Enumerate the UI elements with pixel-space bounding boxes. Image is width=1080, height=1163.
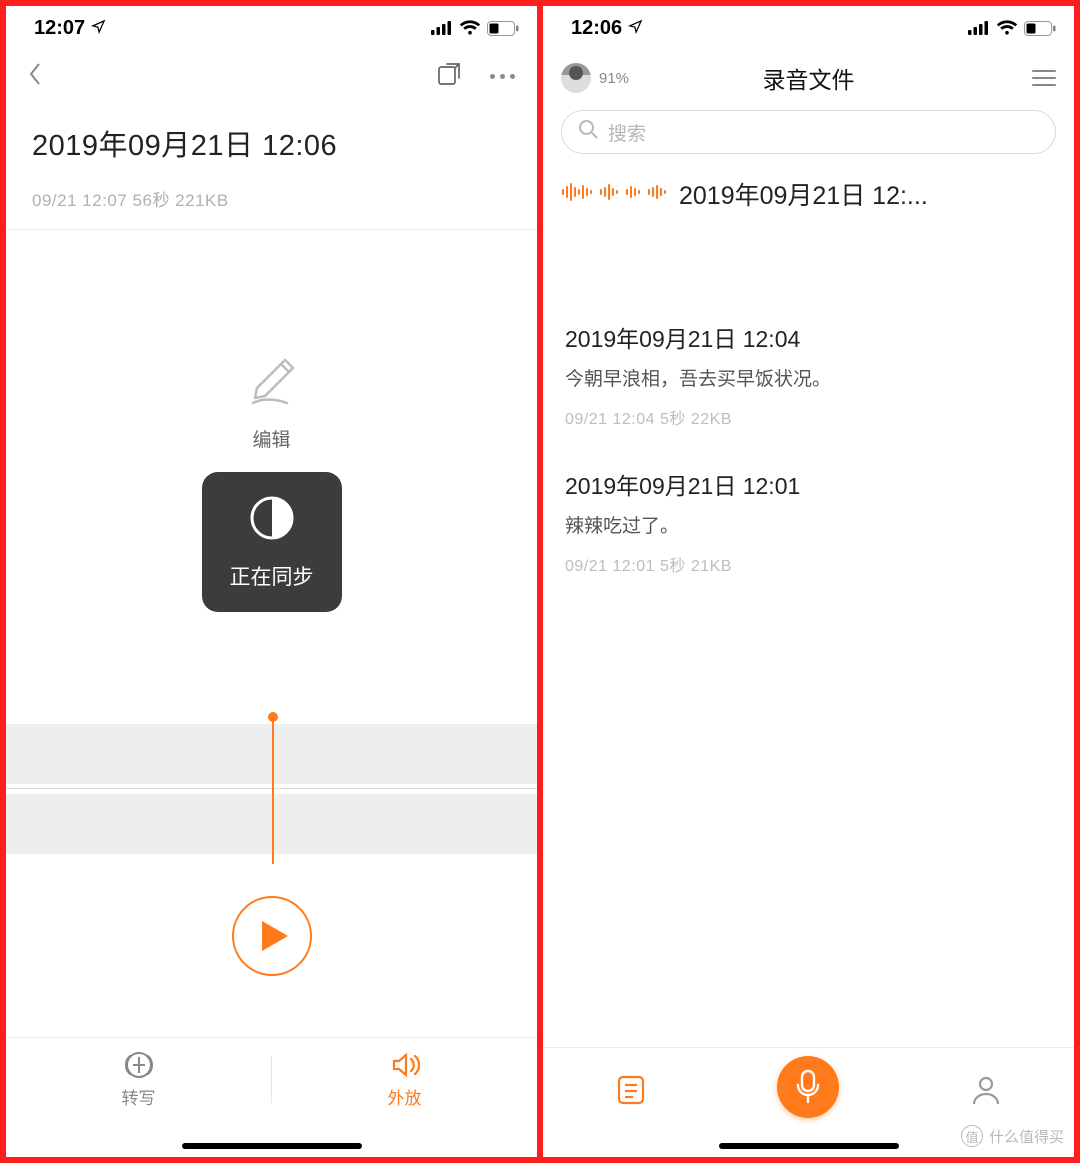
edit-block[interactable]: 编辑 [6, 340, 537, 452]
signal-icon [968, 21, 990, 35]
recording-title: 2019年09月21日 12:06 [32, 122, 511, 164]
menu-button[interactable] [1032, 70, 1056, 86]
battery-icon [1024, 21, 1056, 36]
more-button[interactable] [490, 74, 515, 79]
recording-header: 2019年09月21日 12:06 09/21 12:07 56秒 221KB [6, 102, 537, 230]
search-placeholder: 搜索 [608, 119, 646, 146]
list-item[interactable]: 2019年09月21日 12:01 辣辣吃过了。 09/21 12:01 5秒 … [543, 447, 1074, 594]
list-item-title: 2019年09月21日 12:04 [565, 320, 1052, 354]
home-indicator[interactable] [182, 1143, 362, 1149]
wifi-icon [459, 20, 481, 36]
speaker-label: 外放 [388, 1084, 422, 1109]
share-button[interactable] [436, 61, 462, 92]
list-item-title: 2019年09月21日 12:01 [565, 467, 1052, 501]
waveform-track[interactable] [6, 716, 537, 866]
nav-bar [6, 50, 537, 102]
playhead[interactable] [272, 716, 274, 864]
list-item-meta: 09/21 12:01 5秒 21KB [565, 552, 1052, 576]
sync-progress-icon [248, 494, 296, 547]
list-header: 91% 录音文件 [543, 50, 1074, 102]
recording-meta: 09/21 12:07 56秒 221KB [32, 186, 511, 211]
status-bar: 12:07 [6, 6, 537, 50]
edit-label: 编辑 [252, 425, 290, 452]
screen-recordings-list: 12:06 91% 录音文件 [543, 6, 1074, 1157]
location-icon [628, 17, 643, 40]
wifi-icon [996, 20, 1018, 36]
tab-files[interactable] [601, 1060, 661, 1120]
avatar[interactable] [561, 63, 591, 93]
speaker-button[interactable]: 外放 [272, 1038, 537, 1157]
list-item-meta: 09/21 12:04 5秒 22KB [565, 405, 1052, 429]
sync-toast-label: 正在同步 [230, 561, 314, 591]
list-item-body: 今朝早浪相，吾去买早饭状况。 [565, 364, 1052, 391]
statusbar-time: 12:07 [34, 17, 85, 40]
current-recording-title: 2019年09月21日 12:... [679, 176, 928, 212]
status-bar: 12:06 [543, 6, 1074, 50]
transcribe-button[interactable]: 转写 [6, 1038, 271, 1157]
pencil-icon [237, 340, 307, 415]
waveform-icon [561, 179, 669, 210]
home-indicator[interactable] [719, 1143, 899, 1149]
battery-icon [487, 21, 519, 36]
statusbar-time: 12:06 [571, 17, 622, 40]
signal-icon [431, 21, 453, 35]
transcribe-label: 转写 [122, 1084, 156, 1109]
record-button[interactable] [777, 1056, 839, 1118]
device-battery-pct: 91% [599, 70, 629, 87]
list-item[interactable]: 2019年09月21日 12:04 今朝早浪相，吾去买早饭状况。 09/21 1… [543, 300, 1074, 447]
current-recording-row[interactable]: 2019年09月21日 12:... [543, 160, 1074, 230]
tab-profile[interactable] [956, 1060, 1016, 1120]
bottom-bar: 转写 外放 [6, 1037, 537, 1157]
search-icon [578, 119, 598, 145]
screen-recording-detail: 12:07 [6, 6, 537, 1157]
play-button[interactable] [232, 896, 312, 976]
tab-bar [543, 1047, 1074, 1157]
sync-toast: 正在同步 [202, 472, 342, 612]
search-input[interactable]: 搜索 [561, 110, 1056, 154]
back-button[interactable] [28, 62, 42, 91]
list-item-body: 辣辣吃过了。 [565, 511, 1052, 538]
location-icon [91, 17, 106, 40]
